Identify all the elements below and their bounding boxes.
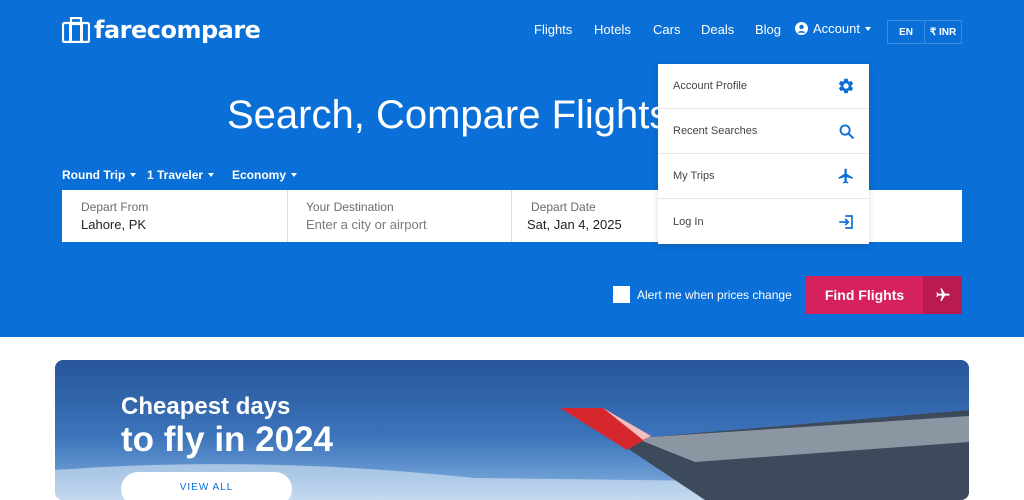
depart-date-label: Depart Date [531,200,596,214]
destination-placeholder: Enter a city or airport [306,217,427,232]
price-alert-checkbox[interactable] [613,286,630,303]
brand-name: farecompare [94,16,261,44]
chevron-down-icon [130,173,137,177]
plane-icon [923,276,962,314]
travelers-select[interactable]: 1 Traveler [147,168,215,182]
nav-hotels[interactable]: Hotels [594,22,631,37]
brand-logo[interactable]: farecompare [62,16,261,44]
nav-deals[interactable]: Deals [701,22,734,37]
origin-field[interactable]: Depart From Lahore, PK [62,190,287,242]
currency-button[interactable]: ₹ INR [925,21,961,43]
account-menu-toggle[interactable]: Account [795,21,871,36]
menu-item-account-profile[interactable]: Account Profile [658,64,869,109]
price-alert-option[interactable]: Alert me when prices change [613,286,792,303]
cabin-label: Economy [232,168,287,182]
menu-item-log-in[interactable]: Log In [658,199,869,244]
suitcase-icon [62,17,90,43]
depart-date-value: Sat, Jan 4, 2025 [527,217,622,232]
locale-switcher[interactable]: EN ₹ INR [887,20,962,44]
chevron-down-icon [864,26,871,31]
menu-item-my-trips[interactable]: My Trips [658,154,869,199]
search-icon [839,124,854,139]
promo-banner: Cheapest days to fly in 2024 VIEW ALL [55,360,969,500]
hero-section: farecompare Flights Hotels Cars Deals Bl… [0,0,1024,337]
origin-value: Lahore, PK [81,217,147,232]
user-icon [795,22,808,35]
nav-cars[interactable]: Cars [653,22,680,37]
destination-field[interactable]: Your Destination Enter a city or airport [287,190,511,242]
origin-label: Depart From [81,200,149,214]
menu-item-label: Log In [673,215,704,228]
chevron-down-icon [208,173,215,177]
nav-blog[interactable]: Blog [755,22,781,37]
menu-item-label: My Trips [673,170,715,182]
plane-icon [838,168,853,184]
page-title: Search, Compare Flights [227,93,670,137]
destination-label: Your Destination [306,200,394,214]
login-icon [839,214,853,229]
find-flights-button[interactable]: Find Flights [806,276,962,314]
trip-type-label: Round Trip [62,168,126,182]
menu-item-label: Account Profile [673,80,747,92]
gear-icon [838,78,854,94]
banner-title-line1: Cheapest days [121,393,291,420]
nav-flights[interactable]: Flights [534,22,572,37]
language-button[interactable]: EN [888,21,925,43]
chevron-down-icon [291,173,298,177]
menu-item-label: Recent Searches [673,125,758,137]
view-all-button[interactable]: VIEW ALL [121,472,292,500]
banner-title-line2: to fly in 2024 [121,420,334,459]
account-dropdown: Account Profile Recent Searches My Trips… [658,64,869,244]
price-alert-label: Alert me when prices change [637,287,792,302]
trip-type-select[interactable]: Round Trip [62,168,137,182]
menu-item-recent-searches[interactable]: Recent Searches [658,109,869,154]
find-flights-label: Find Flights [824,287,905,303]
cabin-select[interactable]: Economy [232,168,298,182]
travelers-label: 1 Traveler [147,168,204,182]
account-label: Account [813,21,860,36]
